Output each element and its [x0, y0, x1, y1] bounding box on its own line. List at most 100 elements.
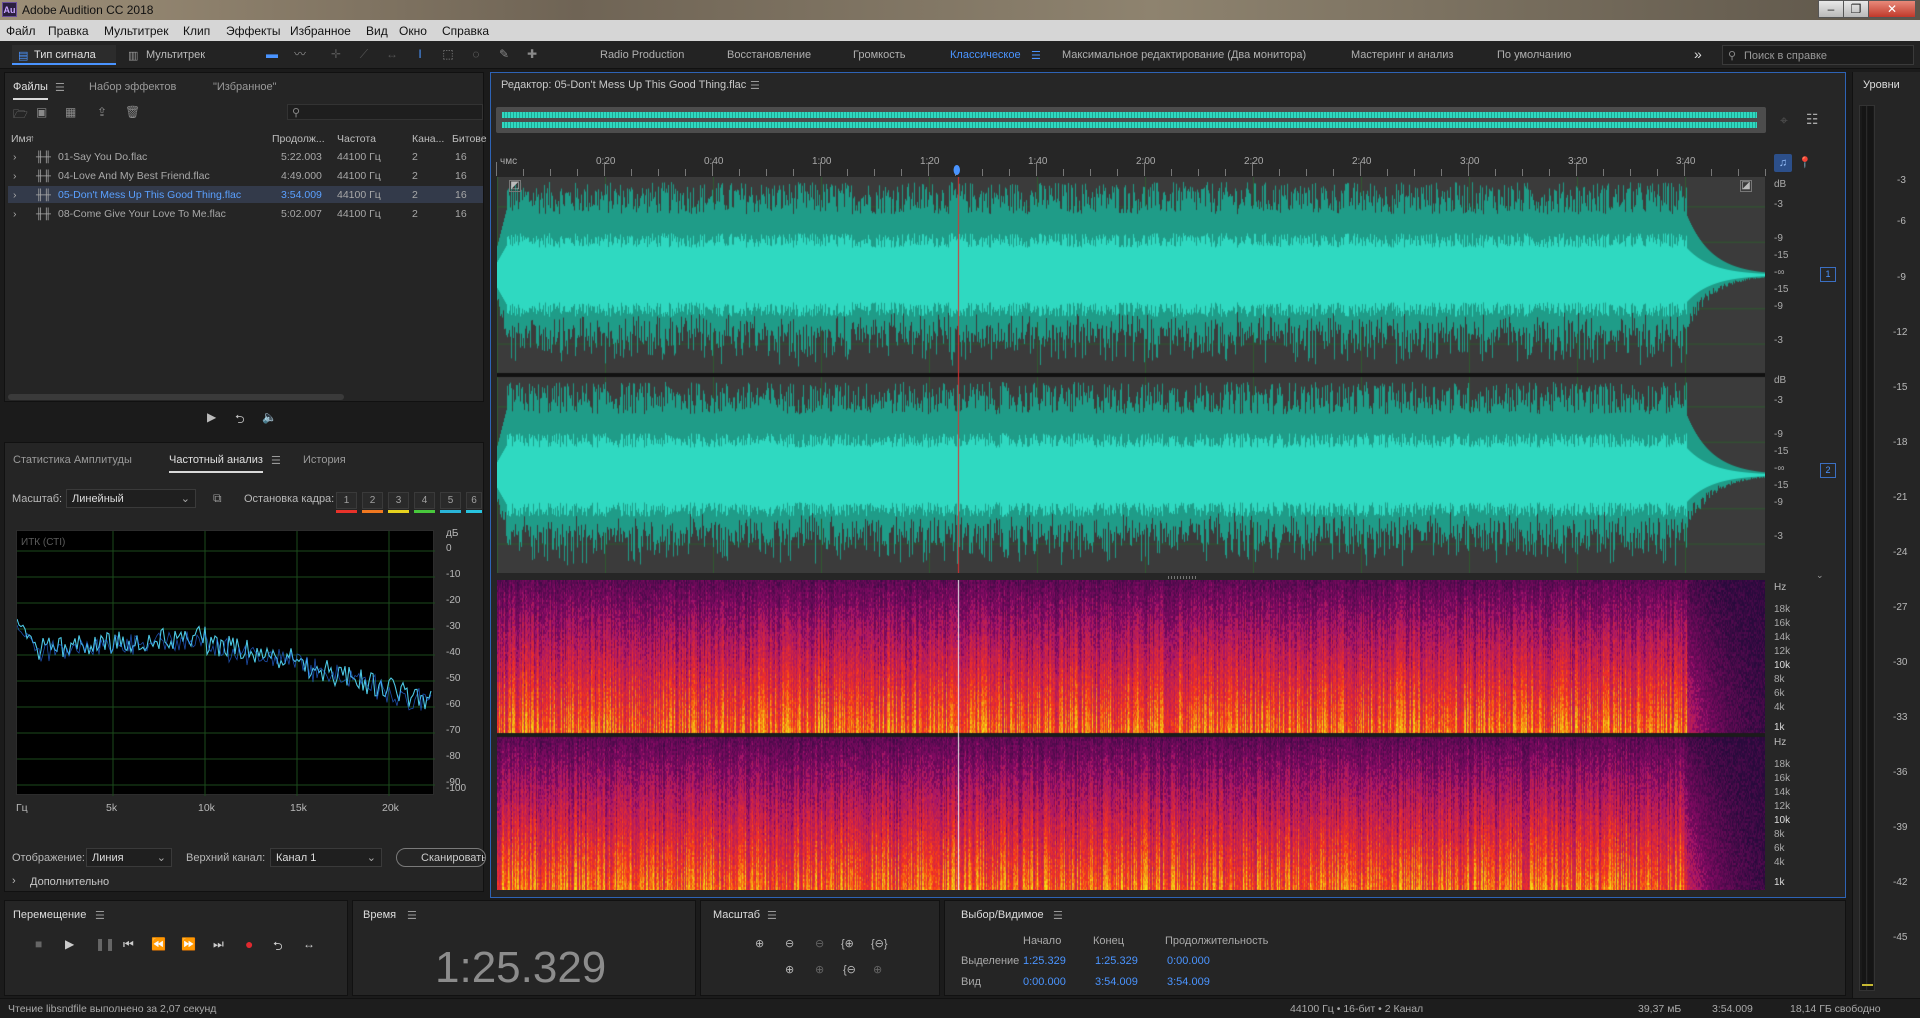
- zoom-navigator-icon[interactable]: ⌖: [1780, 112, 1788, 129]
- top-channel-select[interactable]: Канал 1 ⌄: [270, 848, 382, 867]
- col-duration[interactable]: Продолж...: [272, 133, 325, 145]
- close-button[interactable]: ✕: [1868, 0, 1916, 18]
- selection-start-value[interactable]: 1:25.329: [1023, 955, 1066, 967]
- zoom-in-amplitude-icon[interactable]: ⊕: [755, 937, 764, 950]
- zoom-out-time-icon[interactable]: {⊖}: [871, 937, 888, 950]
- zoom-in-time-icon[interactable]: {⊕: [841, 937, 854, 950]
- file-row[interactable]: › ╫╫ 01-Say You Do.flac 5:22.003 44100 Г…: [8, 148, 483, 165]
- playhead-marker-icon[interactable]: ⬮: [953, 163, 961, 178]
- time-selection-tool-icon[interactable]: I: [412, 47, 428, 61]
- freeze-button-1[interactable]: 1: [336, 492, 357, 509]
- move-tool-icon[interactable]: ✛: [328, 47, 344, 61]
- more-workspaces-button[interactable]: »: [1694, 46, 1702, 62]
- waveform-view-icon[interactable]: ▬: [264, 47, 280, 61]
- menu-edit[interactable]: Правка: [48, 24, 89, 38]
- editor-menu-icon[interactable]: ☰: [750, 79, 760, 92]
- go-to-start-icon[interactable]: ⏮: [123, 937, 134, 952]
- preview-volume-icon[interactable]: 🔈: [262, 410, 277, 424]
- spectrogram-canvas[interactable]: [497, 580, 1765, 890]
- menu-effects[interactable]: Эффекты: [226, 24, 281, 38]
- marquee-tool-icon[interactable]: ⬚: [440, 47, 456, 61]
- snapshot-icon[interactable]: ⧉: [213, 491, 222, 506]
- workspace-menu-icon[interactable]: ☰: [1031, 49, 1041, 62]
- freeze-button-5[interactable]: 5: [440, 492, 461, 509]
- waveform-canvas[interactable]: [497, 177, 1765, 573]
- minimize-button[interactable]: –: [1818, 0, 1844, 18]
- razor-tool-icon[interactable]: ⟋: [356, 47, 372, 61]
- workspace-restoration[interactable]: Восстановление: [727, 49, 811, 61]
- pause-icon[interactable]: ❚❚: [95, 937, 115, 951]
- files-horizontal-scrollbar[interactable]: [8, 394, 344, 400]
- file-row[interactable]: › ╫╫ 08-Come Give Your Love To Me.flac 5…: [8, 205, 483, 222]
- preview-play-icon[interactable]: ▶: [207, 410, 216, 424]
- expand-chevron-icon[interactable]: ›: [13, 189, 17, 201]
- fade-out-handle-icon[interactable]: ◪: [1740, 180, 1752, 192]
- selection-end-value[interactable]: 1:25.329: [1095, 955, 1138, 967]
- slip-tool-icon[interactable]: ↔: [384, 47, 400, 61]
- channel-1-badge[interactable]: 1: [1820, 267, 1836, 282]
- file-filter-field[interactable]: ⚲: [287, 104, 483, 120]
- loop-icon[interactable]: ⮌: [273, 937, 283, 958]
- new-file-icon[interactable]: ▦: [65, 105, 76, 119]
- scan-button[interactable]: Сканировать: [396, 848, 486, 867]
- multitrack-mode-button[interactable]: ▥ Мультитрек: [124, 45, 219, 65]
- workspace-mastering[interactable]: Мастеринг и анализ: [1351, 49, 1453, 61]
- col-rate[interactable]: Частота: [337, 133, 376, 145]
- zoom-selection-left-icon[interactable]: ⊕: [815, 963, 824, 976]
- advanced-toggle[interactable]: Дополнительно: [30, 876, 109, 888]
- tab-files[interactable]: Файлы: [13, 81, 48, 100]
- expand-chevron-icon[interactable]: ›: [13, 151, 17, 163]
- healing-tool-icon[interactable]: ✚: [524, 47, 540, 61]
- record-icon[interactable]: ●: [245, 936, 253, 952]
- tab-frequency-analysis[interactable]: Частотный анализ: [169, 454, 263, 473]
- insert-multitrack-icon[interactable]: ⇪: [97, 105, 107, 119]
- menu-view[interactable]: Вид: [366, 24, 388, 38]
- selection-duration-value[interactable]: 0:00.000: [1167, 955, 1210, 967]
- layout-icon[interactable]: ☷: [1806, 111, 1819, 128]
- play-icon[interactable]: ▶: [65, 937, 74, 951]
- fast-forward-icon[interactable]: ⏩: [181, 937, 196, 951]
- selection-menu-icon[interactable]: ☰: [1053, 909, 1063, 922]
- files-panel-menu-icon[interactable]: ☰: [55, 81, 65, 94]
- spectral-display[interactable]: [497, 580, 1765, 890]
- zoom-menu-icon[interactable]: ☰: [767, 909, 777, 922]
- scale-select[interactable]: Линейный ⌄: [66, 489, 196, 508]
- freeze-button-6[interactable]: 6: [466, 492, 482, 509]
- pin-icon[interactable]: 📍: [1798, 156, 1812, 169]
- spectral-view-icon[interactable]: 〰: [292, 47, 308, 61]
- waveform-mode-button[interactable]: ▤ Тип сигнала: [12, 45, 116, 65]
- stop-icon[interactable]: ■: [35, 937, 42, 951]
- overview-navigator[interactable]: [496, 107, 1766, 133]
- fade-in-handle-icon[interactable]: ◩: [509, 180, 521, 192]
- menu-multitrack[interactable]: Мультитрек: [104, 24, 168, 38]
- time-menu-icon[interactable]: ☰: [407, 909, 417, 922]
- advanced-chevron-icon[interactable]: ›: [12, 875, 16, 887]
- expand-chevron-icon[interactable]: ›: [13, 170, 17, 182]
- resize-handle[interactable]: [1168, 576, 1198, 579]
- go-to-end-icon[interactable]: ⏭: [213, 937, 224, 952]
- tab-amplitude-stats[interactable]: Статистика Амплитуды: [13, 454, 132, 466]
- lasso-tool-icon[interactable]: ◌: [468, 47, 484, 61]
- analysis-panel-menu-icon[interactable]: ☰: [271, 454, 281, 467]
- zoom-reset-icon[interactable]: ⊕: [873, 963, 882, 976]
- import-file-icon[interactable]: ▣: [36, 105, 47, 119]
- freeze-button-4[interactable]: 4: [414, 492, 435, 509]
- workspace-classic[interactable]: Классическое: [950, 49, 1021, 61]
- help-search-field[interactable]: ⚲ Поиск в справке: [1722, 45, 1914, 65]
- zoom-out-full-icon[interactable]: ⊖: [815, 937, 824, 950]
- menu-window[interactable]: Окно: [399, 24, 427, 38]
- maximize-button[interactable]: ❐: [1843, 0, 1869, 18]
- delete-file-icon[interactable]: 🗑: [125, 105, 140, 119]
- workspace-radio-production[interactable]: Radio Production: [600, 49, 684, 61]
- tab-effects-rack[interactable]: Набор эффектов: [89, 81, 176, 93]
- file-row-selected[interactable]: › ╫╫ 05-Don't Mess Up This Good Thing.fl…: [8, 186, 483, 203]
- freeze-button-3[interactable]: 3: [388, 492, 409, 509]
- menu-favorites[interactable]: Избранное: [290, 24, 351, 38]
- col-bits[interactable]: Битове: [452, 133, 487, 145]
- waveform-display[interactable]: [497, 177, 1765, 573]
- view-end-value[interactable]: 3:54.009: [1095, 976, 1138, 988]
- expand-chevron-icon[interactable]: ›: [13, 208, 17, 220]
- rewind-icon[interactable]: ⏪: [151, 937, 166, 951]
- menu-file[interactable]: Файл: [6, 24, 36, 38]
- freeze-button-2[interactable]: 2: [362, 492, 383, 509]
